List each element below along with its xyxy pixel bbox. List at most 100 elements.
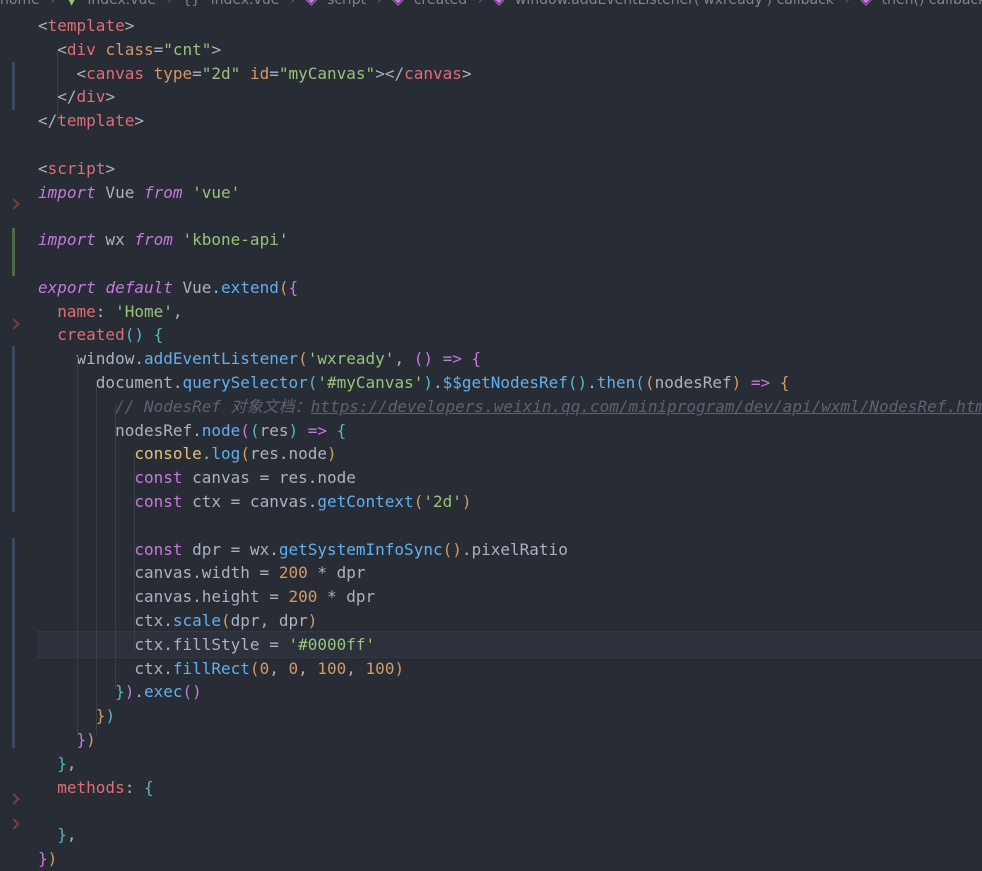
breadcrumb-item-callback[interactable]: window.addEventListener('wxready') callb… [515,0,834,8]
code-line[interactable]: <canvas type="2d" id="myCanvas"></canvas… [38,62,472,86]
code-line[interactable]: nodesRef.node((res) => { [38,419,346,443]
code-token: const [134,468,183,488]
code-line[interactable]: created() { [38,323,163,347]
breadcrumb-item-home[interactable]: home [0,0,40,8]
code-token: ( [635,373,645,392]
fold-chevron-icon[interactable] [8,198,20,210]
code-line[interactable]: methods: { [38,776,153,800]
code-token: "2d" [201,63,241,83]
code-token: scale [172,611,222,630]
code-token: res [259,420,289,440]
indent-guide [134,452,135,652]
code-token: ( [413,492,424,511]
code-line[interactable]: const dpr = wx.getSystemInfoSync().pixel… [38,538,568,562]
fold-chevron-icon[interactable] [8,318,20,330]
breadcrumb-item-file[interactable]: index.vue [87,0,156,8]
breadcrumb-item-script[interactable]: script [327,0,366,8]
code-token: extend [221,277,279,297]
code-token: nodesRef. [38,420,202,440]
git-change-marker [12,228,15,276]
code-token: 'kbone-api' [182,230,289,250]
code-token: ( [307,373,318,392]
code-token: ( [221,611,231,630]
breadcrumb-item-created[interactable]: created [414,0,467,8]
code-token: . [134,682,144,702]
breadcrumb-item-module[interactable]: {} [183,0,201,8]
code-line[interactable]: const ctx = canvas.getContext('2d') [38,490,472,514]
code-line[interactable]: window.addEventListener('wxready', () =>… [38,347,482,371]
code-token: } [38,849,48,868]
code-token: dpr, dpr [230,611,308,630]
code-token: console [134,444,202,464]
code-line[interactable]: ctx.scale(dpr, dpr) [38,609,317,633]
code-line[interactable]: canvas.width = 200 * dpr [38,561,366,585]
code-token: ) [394,658,405,678]
fold-chevron-icon[interactable] [8,818,20,830]
code-line[interactable]: <div class="cnt"> [38,38,221,62]
code-token: ( [240,444,250,464]
code-token: ( [249,420,260,440]
code-line[interactable]: // NodesRef 对象文档：https://developers.weix… [38,395,982,419]
code-token: { [153,325,164,345]
code-line[interactable]: import wx from 'kbone-api' [38,228,288,252]
code-token: res.node [249,444,328,464]
code-token: created [57,325,125,345]
code-line[interactable]: <script> [38,157,115,181]
code-token: from [134,230,173,250]
code-line[interactable]: name: 'Home', [38,300,183,324]
code-token: canvas.width = [38,563,279,583]
code-token: 0 [259,658,270,678]
cube-method-icon: ◈ [860,0,872,8]
code-token: > [461,63,472,83]
code-token: default [105,277,173,297]
code-token: ( [644,373,655,392]
vue-file-icon: ▼ [66,0,77,8]
code-token: ( [249,658,260,678]
code-token: () [413,349,433,369]
code-line[interactable]: }, [38,823,76,847]
code-line[interactable]: }) [38,728,96,752]
code-token: ( [298,349,308,369]
code-line[interactable]: document.querySelector('#myCanvas').$$ge… [38,371,790,395]
breadcrumb-item-then[interactable]: then() callback [882,0,982,8]
chevron-right-icon: › [289,0,296,8]
cube-method-icon: ◈ [305,0,317,8]
code-token: ) [86,730,96,749]
indent-guide [96,380,97,736]
code-token: . [587,373,597,392]
code-token: ) [461,492,472,511]
code-line[interactable]: <template> [38,14,134,38]
code-token: > [105,158,116,178]
code-token: < [38,158,48,178]
code-line[interactable]: }).exec() [38,680,202,704]
code-token: canvas [86,63,144,83]
code-token: () [567,373,588,392]
fold-chevron-icon[interactable] [8,793,20,805]
code-token: > [124,16,135,35]
code-token: = [153,39,164,59]
breadcrumb-item-file-2[interactable]: index.vue [211,0,280,8]
code-line[interactable]: const canvas = res.node [38,466,356,490]
code-token: then [596,373,636,392]
code-token: { [471,349,482,369]
code-line[interactable]: export default Vue.extend({ [38,276,298,300]
code-line[interactable]: console.log(res.node) [38,442,336,466]
code-line[interactable]: }, [38,752,76,776]
code-token: < [76,63,87,83]
code-line[interactable]: ctx.fillRect(0, 0, 100, 100) [38,657,404,681]
code-line[interactable]: </div> [38,85,115,109]
code-token: Vue. [172,277,222,297]
code-line[interactable]: canvas.height = 200 * dpr [38,585,375,609]
code-line[interactable]: ctx.fillStyle = '#0000ff' [38,633,375,657]
code-token: '#myCanvas' [317,373,424,392]
code-token: * dpr [307,563,366,583]
code-line[interactable]: import Vue from 'vue' [38,181,240,205]
code-token: , [172,301,183,321]
code-token: ( [240,420,250,440]
code-line[interactable]: </template> [38,109,144,133]
code-line[interactable]: }) [38,847,57,871]
